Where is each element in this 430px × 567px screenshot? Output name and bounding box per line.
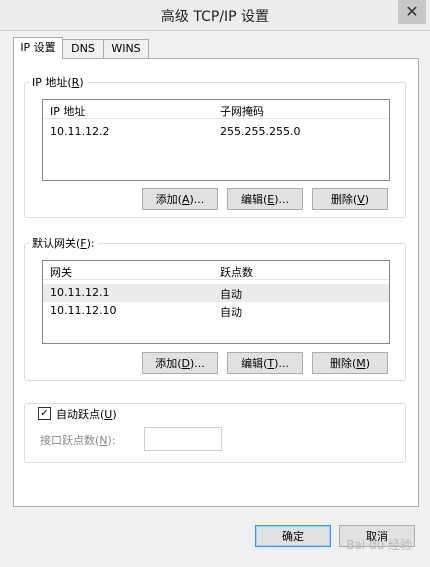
tab-ip-settings[interactable]: IP 设置 <box>13 37 63 59</box>
gateway-value: 10.11.12.1 <box>50 286 110 299</box>
automatic-metric-checkbox[interactable]: ✓ <box>38 407 51 420</box>
tab-panel-ip-settings: IP 地址(R) IP 地址 子网掩码 10.11.12.2 255.255.2… <box>13 58 419 507</box>
table-row[interactable]: 10.11.12.10 自动 <box>43 302 389 320</box>
table-row[interactable]: 10.11.12.2 255.255.255.0 <box>43 123 389 141</box>
title-bar: 高级 TCP/IP 设置 ✕ <box>0 0 430 31</box>
ip-address-value: 10.11.12.2 <box>50 125 110 138</box>
interface-metric-label: 接口跃点数(N): <box>40 434 116 447</box>
ip-add-button[interactable]: 添加(A)... <box>142 188 218 210</box>
table-row[interactable]: 10.11.12.1 自动 <box>43 284 389 302</box>
default-gateway-group-label: 默认网关(F): <box>32 237 95 250</box>
gateway-edit-button[interactable]: 编辑(T)... <box>227 352 303 374</box>
automatic-metric-label[interactable]: 自动跃点(U) <box>54 406 119 422</box>
tab-label: IP 设置 <box>20 41 56 54</box>
column-subnet-mask[interactable]: 子网掩码 <box>220 103 264 119</box>
gateway-list[interactable]: 网关 跃点数 10.11.12.1 自动 10.11.12.10 自动 <box>42 260 390 344</box>
ip-edit-button[interactable]: 编辑(E)... <box>227 188 303 210</box>
check-icon: ✓ <box>40 408 49 419</box>
gateway-add-button[interactable]: 添加(D)... <box>142 352 218 374</box>
metric-value: 自动 <box>220 288 242 301</box>
ip-address-list[interactable]: IP 地址 子网掩码 10.11.12.2 255.255.255.0 <box>42 99 390 181</box>
tab-label: DNS <box>71 42 95 55</box>
subnet-mask-value: 255.255.255.0 <box>220 125 301 138</box>
ip-address-group-label: IP 地址(R) <box>32 76 84 89</box>
gateway-remove-button[interactable]: 删除(M) <box>312 352 388 374</box>
tab-wins[interactable]: WINS <box>103 39 149 58</box>
gateway-value: 10.11.12.10 <box>50 304 117 317</box>
window-title: 高级 TCP/IP 设置 <box>160 9 270 25</box>
metric-value: 自动 <box>220 306 242 319</box>
ip-list-header: IP 地址 子网掩码 <box>43 100 389 119</box>
ok-button[interactable]: 确定 <box>255 525 331 547</box>
column-gateway[interactable]: 网关 <box>50 264 72 280</box>
ip-remove-button[interactable]: 删除(V) <box>312 188 388 210</box>
column-metric[interactable]: 跃点数 <box>220 264 253 280</box>
gateway-list-header: 网关 跃点数 <box>43 261 389 280</box>
interface-metric-field[interactable] <box>144 427 222 451</box>
close-icon: ✕ <box>405 2 419 21</box>
close-button[interactable]: ✕ <box>398 0 426 24</box>
column-ip-address[interactable]: IP 地址 <box>50 103 85 119</box>
tab-label: WINS <box>111 42 141 55</box>
watermark-text: Bai du 经验 <box>346 538 412 552</box>
tab-dns[interactable]: DNS <box>61 39 105 58</box>
